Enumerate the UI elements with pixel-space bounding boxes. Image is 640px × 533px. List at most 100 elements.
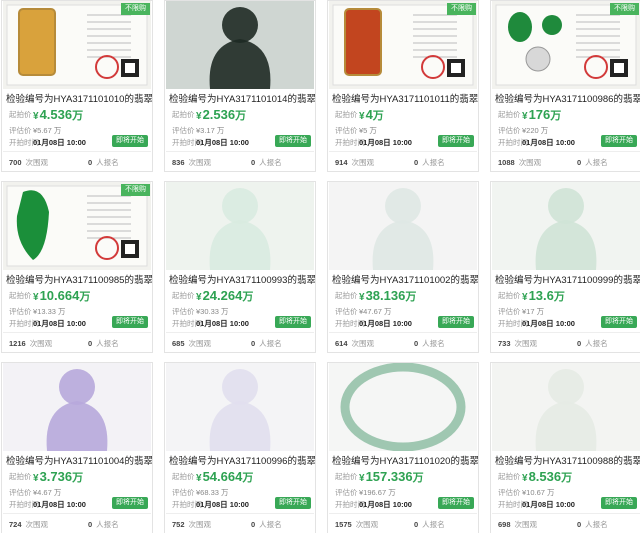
product-title[interactable]: 检验编号为HYA3171101002的翡翠挂件 xyxy=(332,272,478,286)
signup-count: 0 人报名 xyxy=(577,158,608,167)
coming-soon-button[interactable]: 即将开始 xyxy=(275,135,311,147)
no-limit-tag: 不限购 xyxy=(610,3,639,15)
estimate-label: 评估价 xyxy=(172,307,195,316)
signup-count: 0 人报名 xyxy=(414,339,445,348)
views-count: 752 次围观 xyxy=(172,520,212,529)
product-title[interactable]: 检验编号为HYA3171100986的翡翠套件 xyxy=(495,91,640,105)
product-title[interactable]: 检验编号为HYA3171100985的翡翠项坠 xyxy=(6,272,152,286)
product-title[interactable]: 检验编号为HYA3171100996的翡翠挂件 xyxy=(169,453,315,467)
signup-count: 0 人报名 xyxy=(251,158,282,167)
estimate-label: 评估价 xyxy=(335,126,358,135)
estimate-label: 评估价 xyxy=(498,126,521,135)
divider xyxy=(492,151,640,152)
coming-soon-button[interactable]: 即将开始 xyxy=(112,135,148,147)
start-price: ¥2.536万 xyxy=(196,107,247,122)
start-price-label: 起拍价 xyxy=(172,290,195,300)
estimate-value: ¥220 万 xyxy=(522,126,549,135)
coming-soon-button[interactable]: 即将开始 xyxy=(275,316,311,328)
product-title[interactable]: 检验编号为HYA3171101020的翡翠手镯 xyxy=(332,453,478,467)
coming-soon-button[interactable]: 即将开始 xyxy=(601,497,637,509)
start-time-label: 开拍时间 xyxy=(172,500,202,509)
coming-soon-button[interactable]: 即将开始 xyxy=(112,497,148,509)
product-card[interactable]: 不限购检验编号为HYA3171101011的翡翠挂件起拍价¥4万评估价¥5 万开… xyxy=(327,0,479,172)
views-count: 724 次围观 xyxy=(9,520,49,529)
product-image[interactable] xyxy=(166,182,314,270)
product-title[interactable]: 检验编号为HYA3171100999的翡翠挂件 xyxy=(495,272,640,286)
start-time-label: 开拍时间 xyxy=(172,138,202,147)
coming-soon-button[interactable]: 即将开始 xyxy=(112,316,148,328)
product-title[interactable]: 检验编号为HYA3171101011的翡翠挂件 xyxy=(332,91,478,105)
start-price: ¥38.136万 xyxy=(359,288,417,303)
product-card[interactable]: 不限购检验编号为HYA3171100986的翡翠套件起拍价¥176万评估价¥22… xyxy=(490,0,640,172)
estimate-label: 评估价 xyxy=(498,488,521,497)
coming-soon-button[interactable]: 即将开始 xyxy=(601,135,637,147)
start-time-label: 开拍时间 xyxy=(9,138,39,147)
coming-soon-button[interactable]: 即将开始 xyxy=(275,497,311,509)
start-price-label: 起拍价 xyxy=(9,109,32,119)
estimate-label: 评估价 xyxy=(335,307,358,316)
product-card[interactable]: 检验编号为HYA3171100999的翡翠挂件起拍价¥13.6万评估价¥17 万… xyxy=(490,181,640,353)
start-price: ¥24.264万 xyxy=(196,288,254,303)
coming-soon-button[interactable]: 即将开始 xyxy=(438,316,474,328)
jade-photo xyxy=(166,182,314,270)
product-title[interactable]: 检验编号为HYA3171101014的翡翠挂件 xyxy=(169,91,315,105)
start-price: ¥157.336万 xyxy=(359,469,424,484)
product-grid: 不限购检验编号为HYA3171101010的翡翠挂件起拍价¥4.536万评估价¥… xyxy=(0,0,640,533)
signup-count: 0 人报名 xyxy=(88,158,119,167)
start-price-label: 起拍价 xyxy=(172,109,195,119)
divider xyxy=(329,513,477,514)
product-image[interactable] xyxy=(3,363,151,451)
jade-photo xyxy=(492,182,640,270)
product-image[interactable] xyxy=(166,1,314,89)
start-price-label: 起拍价 xyxy=(498,109,521,119)
estimate-label: 评估价 xyxy=(9,126,32,135)
product-title[interactable]: 检验编号为HYA3171101004的翡翠挂件 xyxy=(6,453,152,467)
start-price-label: 起拍价 xyxy=(9,290,32,300)
product-card[interactable]: 不限购检验编号为HYA3171101010的翡翠挂件起拍价¥4.536万评估价¥… xyxy=(1,0,153,172)
product-image[interactable] xyxy=(166,363,314,451)
start-time-value: 01月08日 10:00 xyxy=(196,500,249,509)
signup-count: 0 人报名 xyxy=(88,520,119,529)
product-card[interactable]: 检验编号为HYA3171101014的翡翠挂件起拍价¥2.536万评估价¥3.1… xyxy=(164,0,316,172)
views-count: 685 次围观 xyxy=(172,339,212,348)
signup-count: 0 人报名 xyxy=(251,520,282,529)
divider xyxy=(3,513,151,514)
product-image[interactable] xyxy=(329,182,477,270)
signup-count: 0 人报名 xyxy=(577,339,608,348)
product-card[interactable]: 检验编号为HYA3171100988的翡翠挂件起拍价¥8.536万评估价¥10.… xyxy=(490,362,640,533)
start-time-value: 01月08日 10:00 xyxy=(196,138,249,147)
views-count: 614 次围观 xyxy=(335,339,375,348)
divider xyxy=(492,332,640,333)
views-count: 1575 次围观 xyxy=(335,520,379,529)
start-time-label: 开拍时间 xyxy=(498,500,528,509)
coming-soon-button[interactable]: 即将开始 xyxy=(438,497,474,509)
product-card[interactable]: 检验编号为HYA3171101020的翡翠手镯起拍价¥157.336万评估价¥1… xyxy=(327,362,479,533)
start-price-label: 起拍价 xyxy=(9,471,32,481)
start-time-value: 01月08日 10:00 xyxy=(522,500,575,509)
product-card[interactable]: 检验编号为HYA3171100996的翡翠挂件起拍价¥54.664万评估价¥68… xyxy=(164,362,316,533)
product-image[interactable] xyxy=(329,363,477,451)
start-price-label: 起拍价 xyxy=(172,471,195,481)
no-limit-tag: 不限购 xyxy=(121,184,150,196)
divider xyxy=(492,513,640,514)
product-image[interactable] xyxy=(492,363,640,451)
product-title[interactable]: 检验编号为HYA3171100993的翡翠挂件 xyxy=(169,272,315,286)
product-image[interactable] xyxy=(492,182,640,270)
signup-count: 0 人报名 xyxy=(251,339,282,348)
product-card[interactable]: 检验编号为HYA3171101004的翡翠挂件起拍价¥3.736万评估价¥4.6… xyxy=(1,362,153,533)
start-price-label: 起拍价 xyxy=(335,109,358,119)
start-time-value: 01月08日 10:00 xyxy=(359,138,412,147)
signup-count: 0 人报名 xyxy=(414,158,445,167)
product-card[interactable]: 检验编号为HYA3171100993的翡翠挂件起拍价¥24.264万评估价¥30… xyxy=(164,181,316,353)
product-card[interactable]: 不限购检验编号为HYA3171100985的翡翠项坠起拍价¥10.664万评估价… xyxy=(1,181,153,353)
coming-soon-button[interactable]: 即将开始 xyxy=(601,316,637,328)
estimate-label: 评估价 xyxy=(498,307,521,316)
product-title[interactable]: 检验编号为HYA3171101010的翡翠挂件 xyxy=(6,91,152,105)
product-card[interactable]: 检验编号为HYA3171101002的翡翠挂件起拍价¥38.136万评估价¥47… xyxy=(327,181,479,353)
jade-photo xyxy=(492,363,640,451)
product-title[interactable]: 检验编号为HYA3171100988的翡翠挂件 xyxy=(495,453,640,467)
start-time-label: 开拍时间 xyxy=(498,138,528,147)
coming-soon-button[interactable]: 即将开始 xyxy=(438,135,474,147)
views-count: 700 次围观 xyxy=(9,158,49,167)
estimate-label: 评估价 xyxy=(9,307,32,316)
